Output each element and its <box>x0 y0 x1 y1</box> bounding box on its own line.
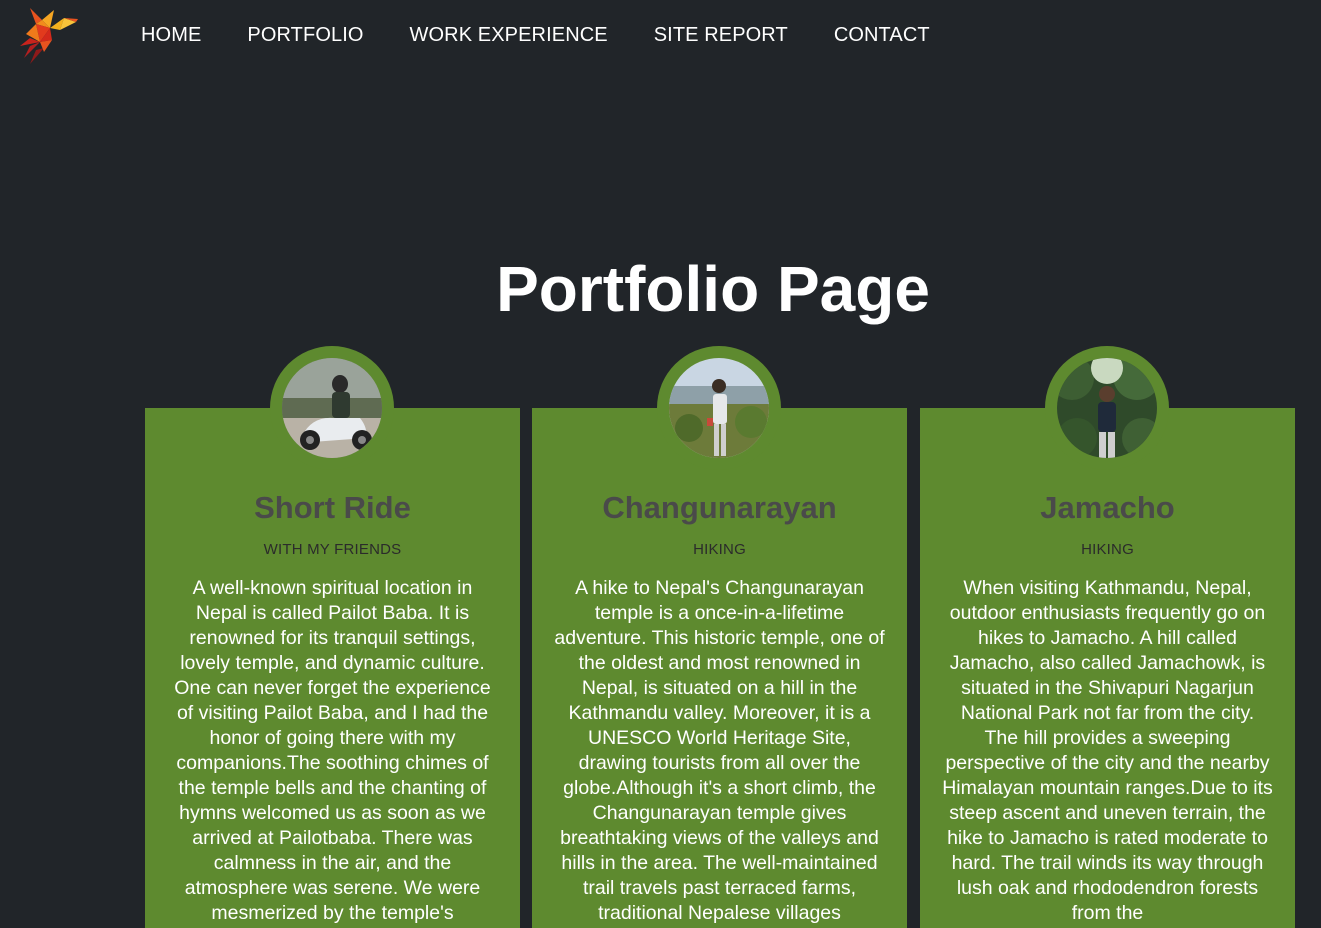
page-title: Portfolio Page <box>496 253 930 325</box>
nav-item-site-report[interactable]: SITE REPORT <box>654 24 788 47</box>
card-avatar-ring <box>657 346 781 470</box>
card-title: Short Ride <box>254 490 411 525</box>
nav-links: HOME PORTFOLIO WORK EXPERIENCE SITE REPO… <box>141 24 976 47</box>
card-avatar-ring <box>270 346 394 470</box>
card-subtitle: WITH MY FRIENDS <box>263 541 402 558</box>
person-in-forest-photo <box>1057 358 1157 458</box>
card-subtitle: HIKING <box>693 541 746 558</box>
card-description: A well-known spiritual location in Nepal… <box>174 577 491 924</box>
hummingbird-logo-icon[interactable] <box>16 4 82 68</box>
card-title: Jamacho <box>1040 490 1175 525</box>
portfolio-card-short-ride: Short Ride WITH MY FRIENDS A well-known … <box>145 408 520 928</box>
person-on-scooter-photo <box>282 358 382 458</box>
card-subtitle: HIKING <box>1081 541 1134 558</box>
portfolio-card-changunarayan: Changunarayan HIKING A hike to Nepal's C… <box>532 408 907 928</box>
card-description: A hike to Nepal's Changunarayan temple i… <box>554 577 885 924</box>
nav-item-contact[interactable]: CONTACT <box>834 24 930 47</box>
navbar: HOME PORTFOLIO WORK EXPERIENCE SITE REPO… <box>0 0 1321 75</box>
nav-item-work-experience[interactable]: WORK EXPERIENCE <box>410 24 608 47</box>
person-standing-hills-photo <box>669 358 769 458</box>
card-avatar-ring <box>1045 346 1169 470</box>
card-description: When visiting Kathmandu, Nepal, outdoor … <box>942 577 1273 924</box>
nav-item-home[interactable]: HOME <box>141 24 201 47</box>
nav-item-portfolio[interactable]: PORTFOLIO <box>247 24 363 47</box>
portfolio-card-jamacho: Jamacho HIKING When visiting Kathmandu, … <box>920 408 1295 928</box>
card-title: Changunarayan <box>602 490 837 525</box>
